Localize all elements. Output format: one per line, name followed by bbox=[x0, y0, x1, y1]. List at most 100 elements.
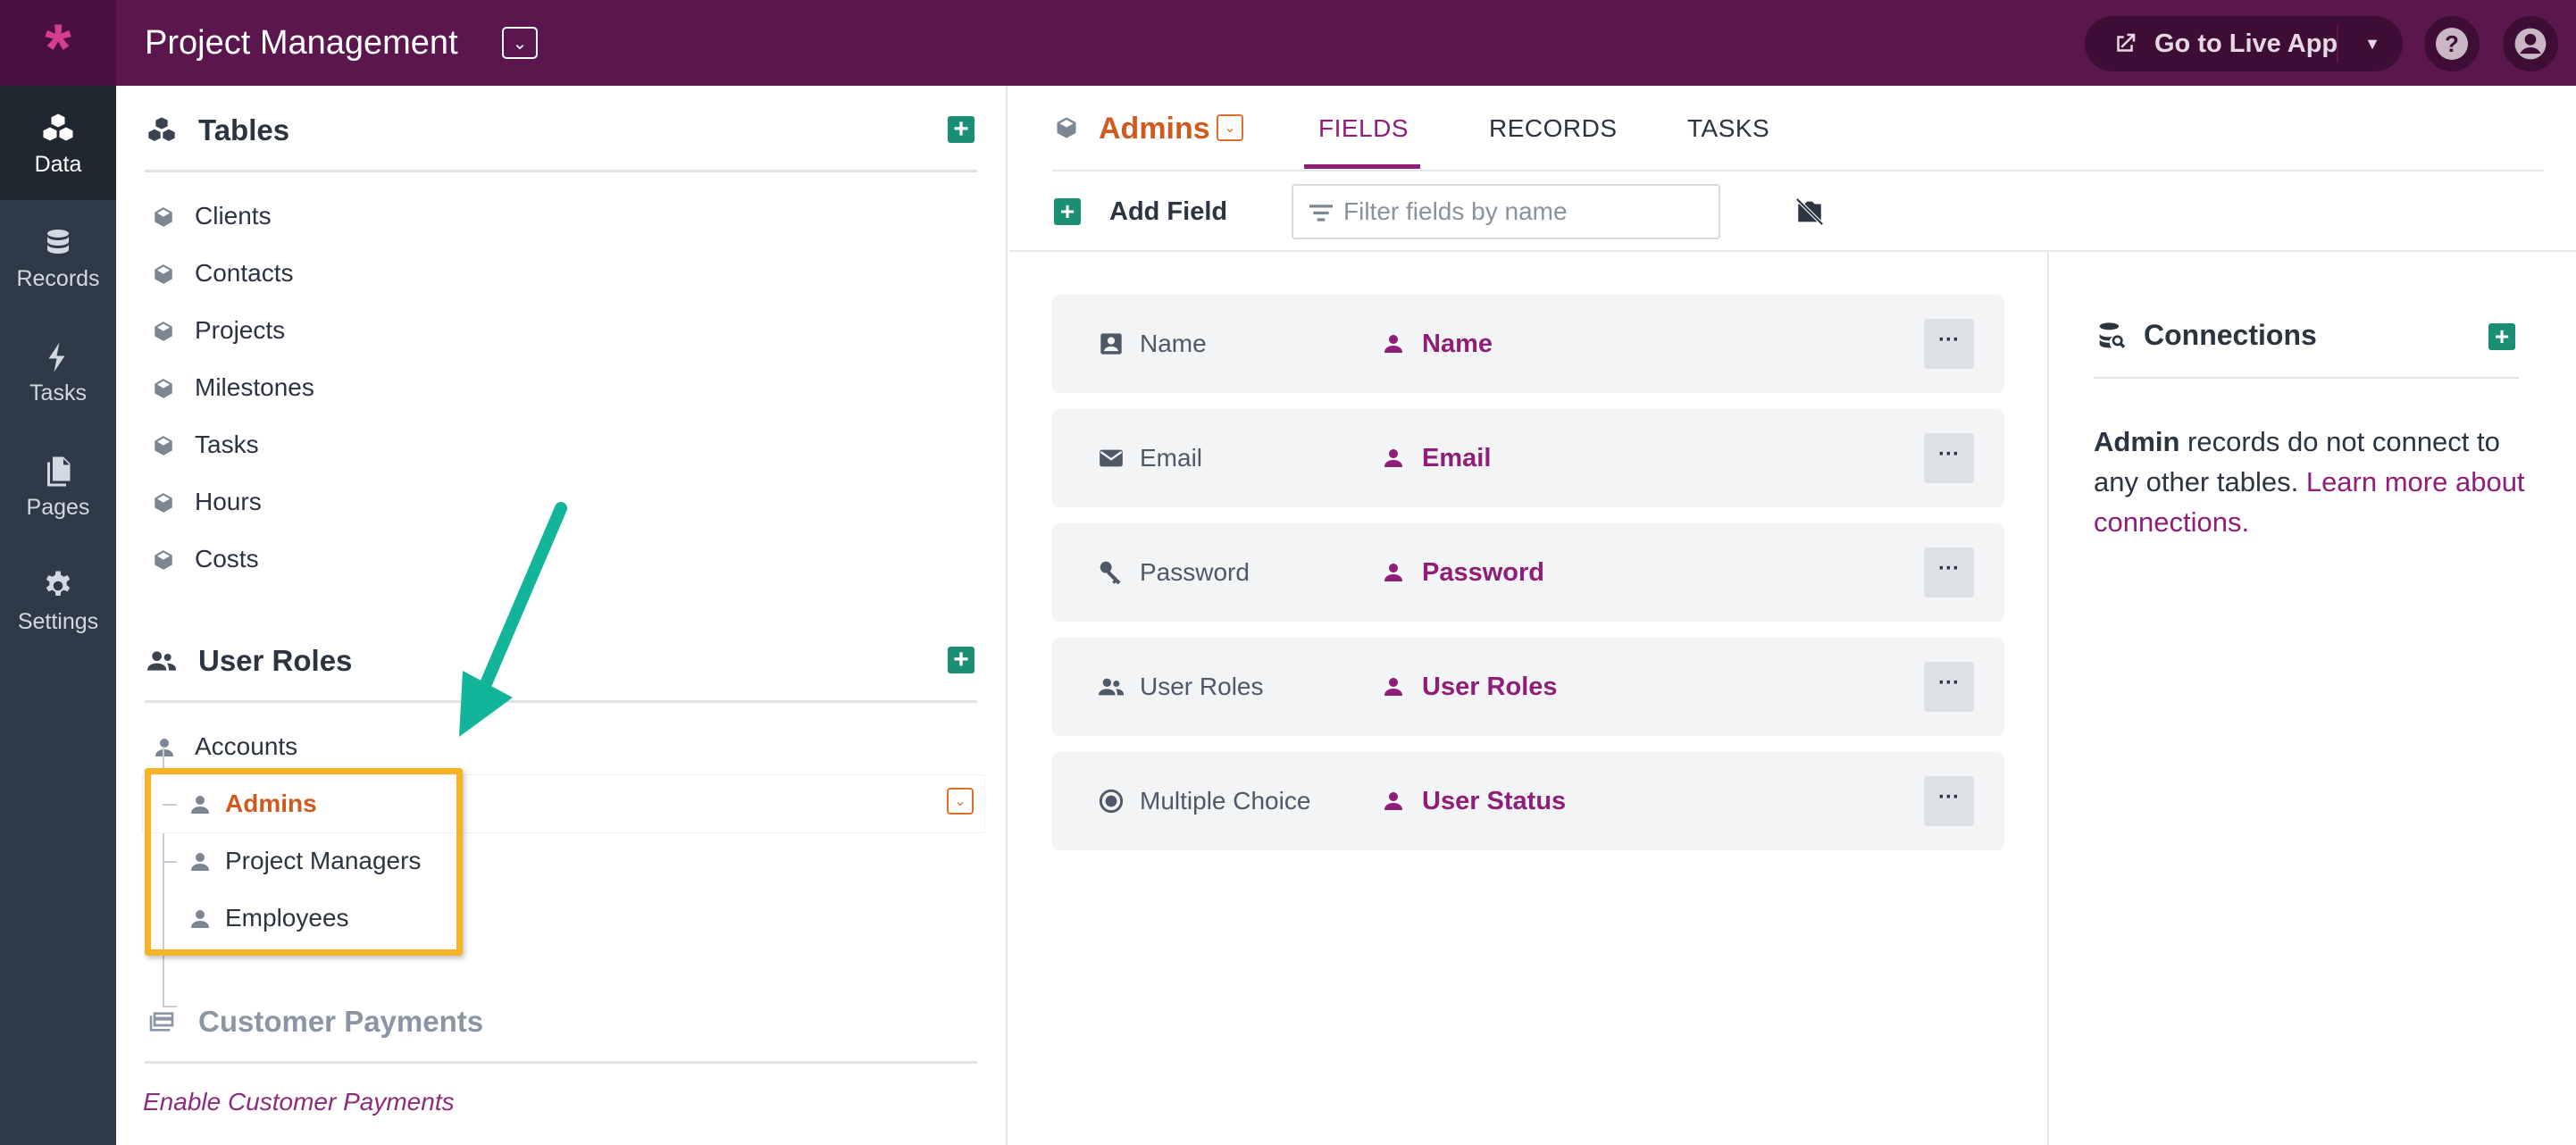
cube-icon bbox=[1057, 117, 1076, 138]
table-dropdown-icon[interactable]: ⌄ bbox=[1217, 114, 1243, 141]
person-icon bbox=[1384, 335, 1402, 353]
person-icon bbox=[155, 739, 173, 756]
table-label: Clients bbox=[195, 202, 272, 230]
payments-icon bbox=[149, 1012, 174, 1032]
admins-dropdown-icon[interactable]: ⌄ bbox=[947, 788, 974, 815]
field-more-button[interactable]: ··· bbox=[1924, 319, 1974, 369]
table-label: Hours bbox=[195, 488, 262, 515]
field-row-password[interactable]: Password Password ··· bbox=[1052, 523, 2004, 622]
field-more-button[interactable]: ··· bbox=[1924, 662, 1974, 712]
field-type-label: Password bbox=[1140, 558, 1250, 586]
field-name[interactable]: Email bbox=[1422, 409, 1491, 507]
user-circle-icon bbox=[2514, 28, 2547, 60]
help-button[interactable]: ? bbox=[2424, 16, 2480, 71]
nav-label: Pages bbox=[26, 495, 90, 520]
table-label: Milestones bbox=[195, 373, 314, 401]
database-icon bbox=[47, 230, 69, 254]
field-type-label: User Roles bbox=[1140, 673, 1264, 700]
nav-item-tasks[interactable]: Tasks bbox=[0, 314, 116, 429]
divider bbox=[145, 1061, 977, 1064]
nav-item-data[interactable]: Data bbox=[0, 86, 116, 200]
current-table-title: Admins bbox=[1099, 112, 1210, 146]
field-more-button[interactable]: ··· bbox=[1924, 433, 1974, 483]
cube-icon bbox=[155, 436, 172, 455]
user-roles-title: User Roles bbox=[198, 644, 353, 677]
cube-icon bbox=[155, 322, 172, 341]
asterisk-logo-icon: * bbox=[45, 11, 71, 87]
user-account-button[interactable] bbox=[2503, 16, 2558, 71]
field-type-label: Multiple Choice bbox=[1140, 787, 1311, 815]
nav-label: Settings bbox=[17, 609, 99, 634]
connections-title: Connections bbox=[2144, 319, 2317, 351]
filter-fields-input[interactable] bbox=[1343, 193, 1701, 230]
app-logo[interactable]: * bbox=[0, 0, 116, 86]
connections-table-name: Admin bbox=[2094, 426, 2180, 457]
field-name[interactable]: User Roles bbox=[1422, 638, 1558, 736]
active-tab-indicator bbox=[1304, 164, 1420, 169]
field-name[interactable]: User Status bbox=[1422, 752, 1566, 850]
tables-title: Tables bbox=[198, 113, 290, 146]
table-item-clients[interactable]: Clients bbox=[152, 194, 956, 238]
divider bbox=[2094, 377, 2519, 379]
envelope-icon bbox=[1100, 449, 1123, 467]
filter-icon bbox=[1309, 205, 1333, 221]
table-item-tasks[interactable]: Tasks bbox=[152, 422, 956, 467]
id-card-icon bbox=[1100, 333, 1122, 355]
nav-label: Tasks bbox=[29, 380, 87, 405]
add-table-button[interactable]: + bbox=[948, 116, 974, 143]
field-name[interactable]: Name bbox=[1422, 295, 1493, 393]
users-icon bbox=[1099, 678, 1124, 696]
field-row-user-roles[interactable]: User Roles User Roles ··· bbox=[1052, 638, 2004, 736]
add-user-role-button[interactable]: + bbox=[948, 647, 974, 673]
go-to-live-app-button[interactable]: Go to Live App ▼ bbox=[2085, 16, 2403, 71]
person-icon bbox=[1384, 564, 1402, 581]
tables-header: Tables + bbox=[146, 104, 977, 157]
fields-list: Name Name ··· Email Email ··· Password P… bbox=[1009, 252, 2049, 1145]
cube-icon bbox=[155, 493, 172, 513]
table-label: Tasks bbox=[195, 430, 259, 458]
app-title: Project Management bbox=[145, 24, 458, 62]
connections-description: Admin records do not connect to any othe… bbox=[2094, 422, 2540, 542]
nav-item-pages[interactable]: Pages bbox=[0, 429, 116, 543]
field-row-user-status[interactable]: Multiple Choice User Status ··· bbox=[1052, 752, 2004, 850]
help-icon: ? bbox=[2436, 28, 2468, 60]
bolt-icon bbox=[48, 342, 65, 372]
field-name[interactable]: Password bbox=[1422, 523, 1544, 622]
nav-item-settings[interactable]: Settings bbox=[0, 543, 116, 657]
field-more-button[interactable]: ··· bbox=[1924, 547, 1974, 598]
nav-label: Data bbox=[34, 152, 82, 177]
table-item-contacts[interactable]: Contacts bbox=[152, 251, 956, 296]
enable-customer-payments-link[interactable]: Enable Customer Payments bbox=[143, 1088, 455, 1116]
cubes-icon bbox=[43, 113, 73, 141]
divider bbox=[145, 170, 977, 172]
add-field-icon[interactable]: + bbox=[1054, 198, 1081, 225]
field-row-name[interactable]: Name Name ··· bbox=[1052, 295, 2004, 393]
live-app-caret-icon[interactable]: ▼ bbox=[2354, 16, 2390, 71]
connections-panel: Connections + Admin records do not conne… bbox=[2051, 252, 2576, 1145]
hide-fields-icon[interactable] bbox=[1794, 196, 1826, 227]
cube-icon bbox=[155, 207, 172, 227]
database-search-icon bbox=[2099, 322, 2126, 348]
tab-records[interactable]: RECORDS bbox=[1489, 86, 1618, 171]
customer-payments-header: Customer Payments bbox=[146, 995, 977, 1049]
table-item-milestones[interactable]: Milestones bbox=[152, 365, 956, 410]
tab-tasks[interactable]: TASKS bbox=[1687, 86, 1769, 171]
radio-icon bbox=[1099, 789, 1124, 814]
field-more-button[interactable]: ··· bbox=[1924, 776, 1974, 826]
annotation-highlight-box bbox=[145, 768, 463, 956]
app-menu-caret-icon[interactable]: ⌄ bbox=[502, 27, 538, 59]
top-bar: * Project Management ⌄ Go to Live App ▼ … bbox=[0, 0, 2576, 86]
key-icon bbox=[1100, 561, 1121, 585]
nav-label: Records bbox=[16, 266, 100, 291]
divider bbox=[2337, 25, 2338, 63]
field-row-email[interactable]: Email Email ··· bbox=[1052, 409, 2004, 507]
table-label: Contacts bbox=[195, 259, 294, 287]
tab-fields[interactable]: FIELDS bbox=[1318, 86, 1409, 171]
nav-item-records[interactable]: Records bbox=[0, 200, 116, 314]
add-field-button[interactable]: Add Field bbox=[1109, 171, 1227, 252]
gear-icon bbox=[46, 571, 71, 596]
cube-icon bbox=[155, 379, 172, 398]
table-item-projects[interactable]: Projects bbox=[152, 308, 956, 353]
add-connection-button[interactable]: + bbox=[2488, 323, 2515, 350]
cubes-icon bbox=[148, 117, 175, 141]
